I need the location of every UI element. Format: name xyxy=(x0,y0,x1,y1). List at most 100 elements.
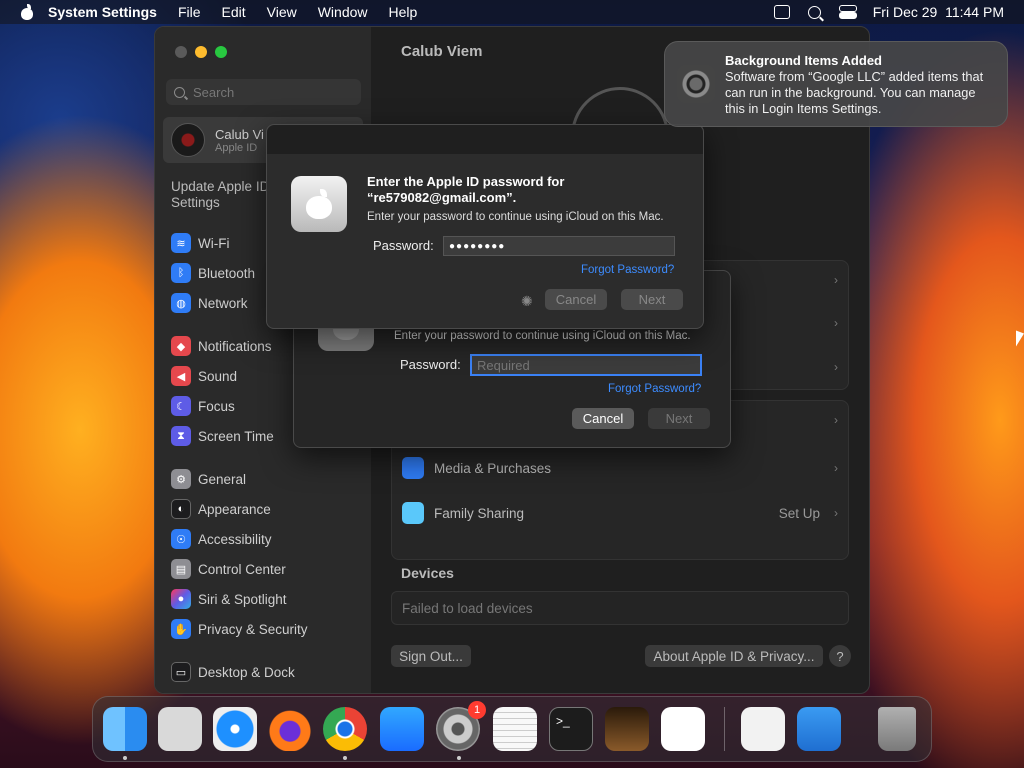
sidebar-item-label: Control Center xyxy=(198,561,286,577)
dock-app-store-icon[interactable] xyxy=(380,707,424,751)
dock-chrome-icon[interactable] xyxy=(323,707,367,751)
sidebar-item-focus[interactable]: ☾ Focus xyxy=(171,395,235,417)
sidebar-item-bluetooth[interactable]: ᛒ Bluetooth xyxy=(171,262,255,284)
sidebar-item-label: Siri & Spotlight xyxy=(198,591,287,607)
sidebar-item-accessibility[interactable]: ☉ Accessibility xyxy=(171,528,272,550)
system-settings-gear-icon xyxy=(677,65,715,103)
devices-status: Failed to load devices xyxy=(391,591,849,625)
sidebar-item-general[interactable]: ⚙ General xyxy=(171,468,246,490)
password-input[interactable]: Required xyxy=(470,354,702,376)
sidebar-item-screen-time[interactable]: ⧗ Screen Time xyxy=(171,425,274,447)
sidebar-item-label: Appearance xyxy=(198,501,271,517)
dock-terminal-icon[interactable]: >_ xyxy=(549,707,593,751)
dialog-subtitle: Enter your password to continue using iC… xyxy=(367,211,664,223)
password-label: Password: xyxy=(373,238,434,253)
running-indicator xyxy=(123,756,127,760)
moon-icon: ☾ xyxy=(171,396,191,416)
spotlight-search-icon[interactable] xyxy=(807,5,821,19)
sidebar-item-label: Sound xyxy=(198,368,238,384)
zoom-window-button[interactable] xyxy=(215,46,227,58)
menu-file[interactable]: File xyxy=(178,4,201,20)
control-center-icon[interactable] xyxy=(838,5,857,19)
row-value: Set Up xyxy=(778,505,820,521)
sidebar-item-desktop-dock[interactable]: ▭ Desktop & Dock xyxy=(171,661,295,683)
cancel-button[interactable]: Cancel xyxy=(572,408,634,429)
dock-garageband-icon[interactable] xyxy=(605,707,649,751)
close-window-button[interactable] xyxy=(175,46,187,58)
password-dialog-front: Enter the Apple ID password for “re57908… xyxy=(266,124,704,329)
menu-bar: System Settings File Edit View Window He… xyxy=(0,0,1024,24)
sidebar-item-privacy-security[interactable]: ✋ Privacy & Security xyxy=(171,618,308,640)
menu-app-name[interactable]: System Settings xyxy=(48,4,157,20)
notification-badge: 1 xyxy=(468,701,486,719)
hand-icon: ✋ xyxy=(171,619,191,639)
sidebar-item-control-center[interactable]: ▤ Control Center xyxy=(171,558,286,580)
chevron-right-icon: › xyxy=(834,316,838,330)
sidebar-item-appearance[interactable]: ◐ Appearance xyxy=(171,498,271,520)
sidebar-item-notifications[interactable]: ◆ Notifications xyxy=(171,335,272,357)
row-label: Media & Purchases xyxy=(434,460,552,476)
password-input[interactable]: ●●●●●●●● xyxy=(443,236,675,256)
menu-view[interactable]: View xyxy=(267,4,297,20)
apple-logo-icon xyxy=(291,176,347,232)
menu-clock[interactable]: Fri Dec 29 11:44 PM xyxy=(873,4,1004,20)
mouse-cursor xyxy=(1016,330,1024,350)
forgot-password-link[interactable]: Forgot Password? xyxy=(581,264,674,276)
dock-textedit-icon[interactable] xyxy=(493,707,537,751)
chevron-right-icon: › xyxy=(834,413,838,427)
appearance-icon: ◐ xyxy=(171,499,191,519)
minimize-window-button[interactable] xyxy=(195,46,207,58)
dock-safari-icon[interactable] xyxy=(213,707,257,751)
screen-mirroring-icon[interactable] xyxy=(773,5,790,19)
dock-finder-icon[interactable] xyxy=(103,707,147,751)
row-media-purchases[interactable]: Media & Purchases › xyxy=(392,446,848,490)
dock-system-settings-icon[interactable]: 1 xyxy=(436,701,486,751)
next-button[interactable]: Next xyxy=(648,408,710,429)
notification-body: Software from “Google LLC” added items t… xyxy=(725,69,984,116)
dock-firefox-icon[interactable] xyxy=(268,707,312,751)
sign-out-button[interactable]: Sign Out... xyxy=(391,645,471,667)
dock-vscode-icon[interactable] xyxy=(661,707,705,751)
speaker-icon: ◀ xyxy=(171,366,191,386)
next-button[interactable]: Next xyxy=(621,289,683,310)
dock-trash-icon[interactable] xyxy=(878,707,916,751)
sidebar-item-siri-spotlight[interactable]: ● Siri & Spotlight xyxy=(171,588,287,610)
family-icon xyxy=(402,502,424,524)
sidebar-item-sound[interactable]: ◀ Sound xyxy=(171,365,237,387)
cancel-button[interactable]: Cancel xyxy=(545,289,607,310)
sidebar-item-label: Privacy & Security xyxy=(198,621,308,637)
menu-help[interactable]: Help xyxy=(389,4,418,20)
page-title: Calub Viem xyxy=(401,43,483,60)
dock-weather-icon[interactable] xyxy=(797,707,841,751)
window-controls xyxy=(175,46,227,58)
apple-menu-icon[interactable] xyxy=(20,4,34,20)
dialog-subtitle: Enter your password to continue using iC… xyxy=(394,330,691,342)
sidebar-item-label: Notifications xyxy=(198,338,272,354)
dock-launchpad-icon[interactable] xyxy=(158,707,202,751)
dock-visual-studio-icon[interactable] xyxy=(741,707,785,751)
devices-heading: Devices xyxy=(401,565,454,581)
sidebar-item-wifi[interactable]: ≋ Wi-Fi xyxy=(171,232,229,254)
running-indicator xyxy=(457,756,461,760)
siri-icon: ● xyxy=(171,589,191,609)
notification-banner[interactable]: Background Items Added Software from “Go… xyxy=(664,41,1008,127)
sidebar-item-label: Focus xyxy=(198,398,235,414)
sidebar-item-network[interactable]: ◍ Network xyxy=(171,292,248,314)
menu-window[interactable]: Window xyxy=(318,4,368,20)
help-button[interactable]: ? xyxy=(829,645,851,667)
menu-edit[interactable]: Edit xyxy=(222,4,246,20)
dock: 1 >_ xyxy=(92,696,932,762)
dock-separator xyxy=(724,707,725,751)
sidebar-item-label: Bluetooth xyxy=(198,265,256,281)
chevron-right-icon: › xyxy=(834,461,838,475)
password-label: Password: xyxy=(400,357,461,372)
sidebar-search[interactable]: Search xyxy=(166,79,361,105)
sidebar-item-label: Desktop & Dock xyxy=(198,664,295,680)
account-sub: Apple ID xyxy=(215,141,258,154)
forgot-password-link[interactable]: Forgot Password? xyxy=(608,383,701,395)
sidebar-item-label: Wi-Fi xyxy=(198,235,230,251)
row-family-sharing[interactable]: Family Sharing Set Up › xyxy=(392,491,848,535)
notification-title: Background Items Added xyxy=(725,53,882,68)
about-apple-id-button[interactable]: About Apple ID & Privacy... xyxy=(645,645,823,667)
bell-icon: ◆ xyxy=(171,336,191,356)
